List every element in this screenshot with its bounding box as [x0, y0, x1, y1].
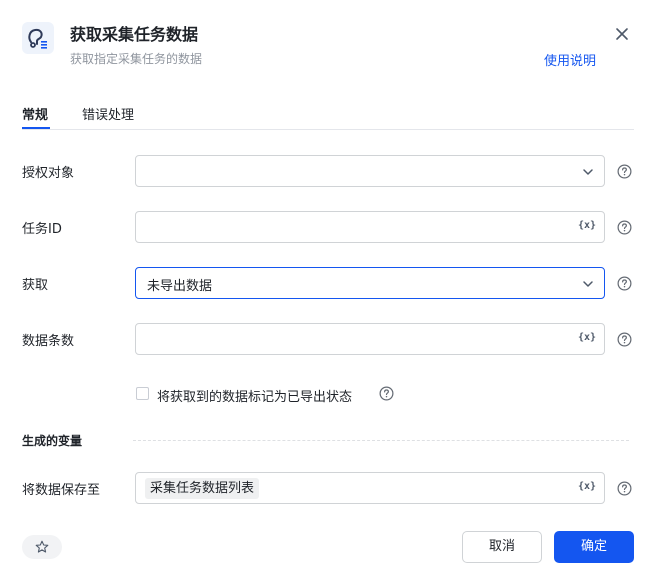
auth-target-select[interactable]	[135, 155, 605, 187]
section-divider	[133, 440, 629, 441]
tab-error-handling[interactable]: 错误处理	[82, 104, 134, 123]
collection-data-icon	[22, 22, 54, 54]
question-icon[interactable]	[617, 481, 632, 496]
count-label: 数据条数	[22, 334, 75, 349]
question-icon[interactable]	[617, 220, 632, 235]
dialog-title: 获取采集任务数据	[70, 25, 199, 44]
mark-exported-label[interactable]: 将获取到的数据标记为已导出状态	[157, 386, 352, 405]
save-to-label: 将数据保存至	[22, 483, 101, 498]
active-tab-indicator	[22, 127, 50, 129]
count-input[interactable]: {x}	[135, 323, 605, 355]
mark-exported-checkbox[interactable]	[136, 387, 149, 400]
close-icon	[616, 28, 628, 40]
favorite-button[interactable]	[22, 535, 62, 559]
dialog: 获取采集任务数据 获取指定采集任务的数据 使用说明 常规 错误处理 授权对象 任…	[0, 0, 655, 582]
question-icon[interactable]	[617, 332, 632, 347]
star-icon	[35, 540, 49, 553]
close-button[interactable]	[612, 24, 632, 44]
variable-icon[interactable]: {x}	[578, 481, 596, 492]
fetch-select[interactable]: 未导出数据	[135, 267, 605, 299]
fetch-label: 获取	[22, 278, 49, 293]
auth-target-label: 授权对象	[22, 166, 75, 181]
save-to-input[interactable]: 采集任务数据列表 {x}	[135, 472, 605, 504]
variable-icon[interactable]: {x}	[578, 332, 596, 343]
variable-icon[interactable]: {x}	[578, 220, 596, 231]
help-link[interactable]: 使用说明	[544, 50, 596, 69]
fetch-value: 未导出数据	[147, 279, 213, 294]
tab-general[interactable]: 常规	[22, 104, 48, 123]
cancel-button[interactable]: 取消	[462, 531, 542, 563]
dialog-subtitle: 获取指定采集任务的数据	[70, 52, 203, 66]
chevron-down-icon	[582, 166, 594, 178]
task-id-label: 任务ID	[22, 222, 62, 237]
output-section-title: 生成的变量	[22, 434, 83, 448]
variable-tag[interactable]: 采集任务数据列表	[145, 478, 260, 499]
question-icon[interactable]	[617, 164, 632, 179]
task-id-input[interactable]: {x}	[135, 211, 605, 243]
question-icon[interactable]	[617, 276, 632, 291]
question-icon[interactable]	[379, 386, 394, 401]
chevron-down-icon	[582, 278, 594, 290]
tab-bar: 常规 错误处理	[22, 100, 634, 130]
confirm-button[interactable]: 确定	[554, 531, 634, 563]
